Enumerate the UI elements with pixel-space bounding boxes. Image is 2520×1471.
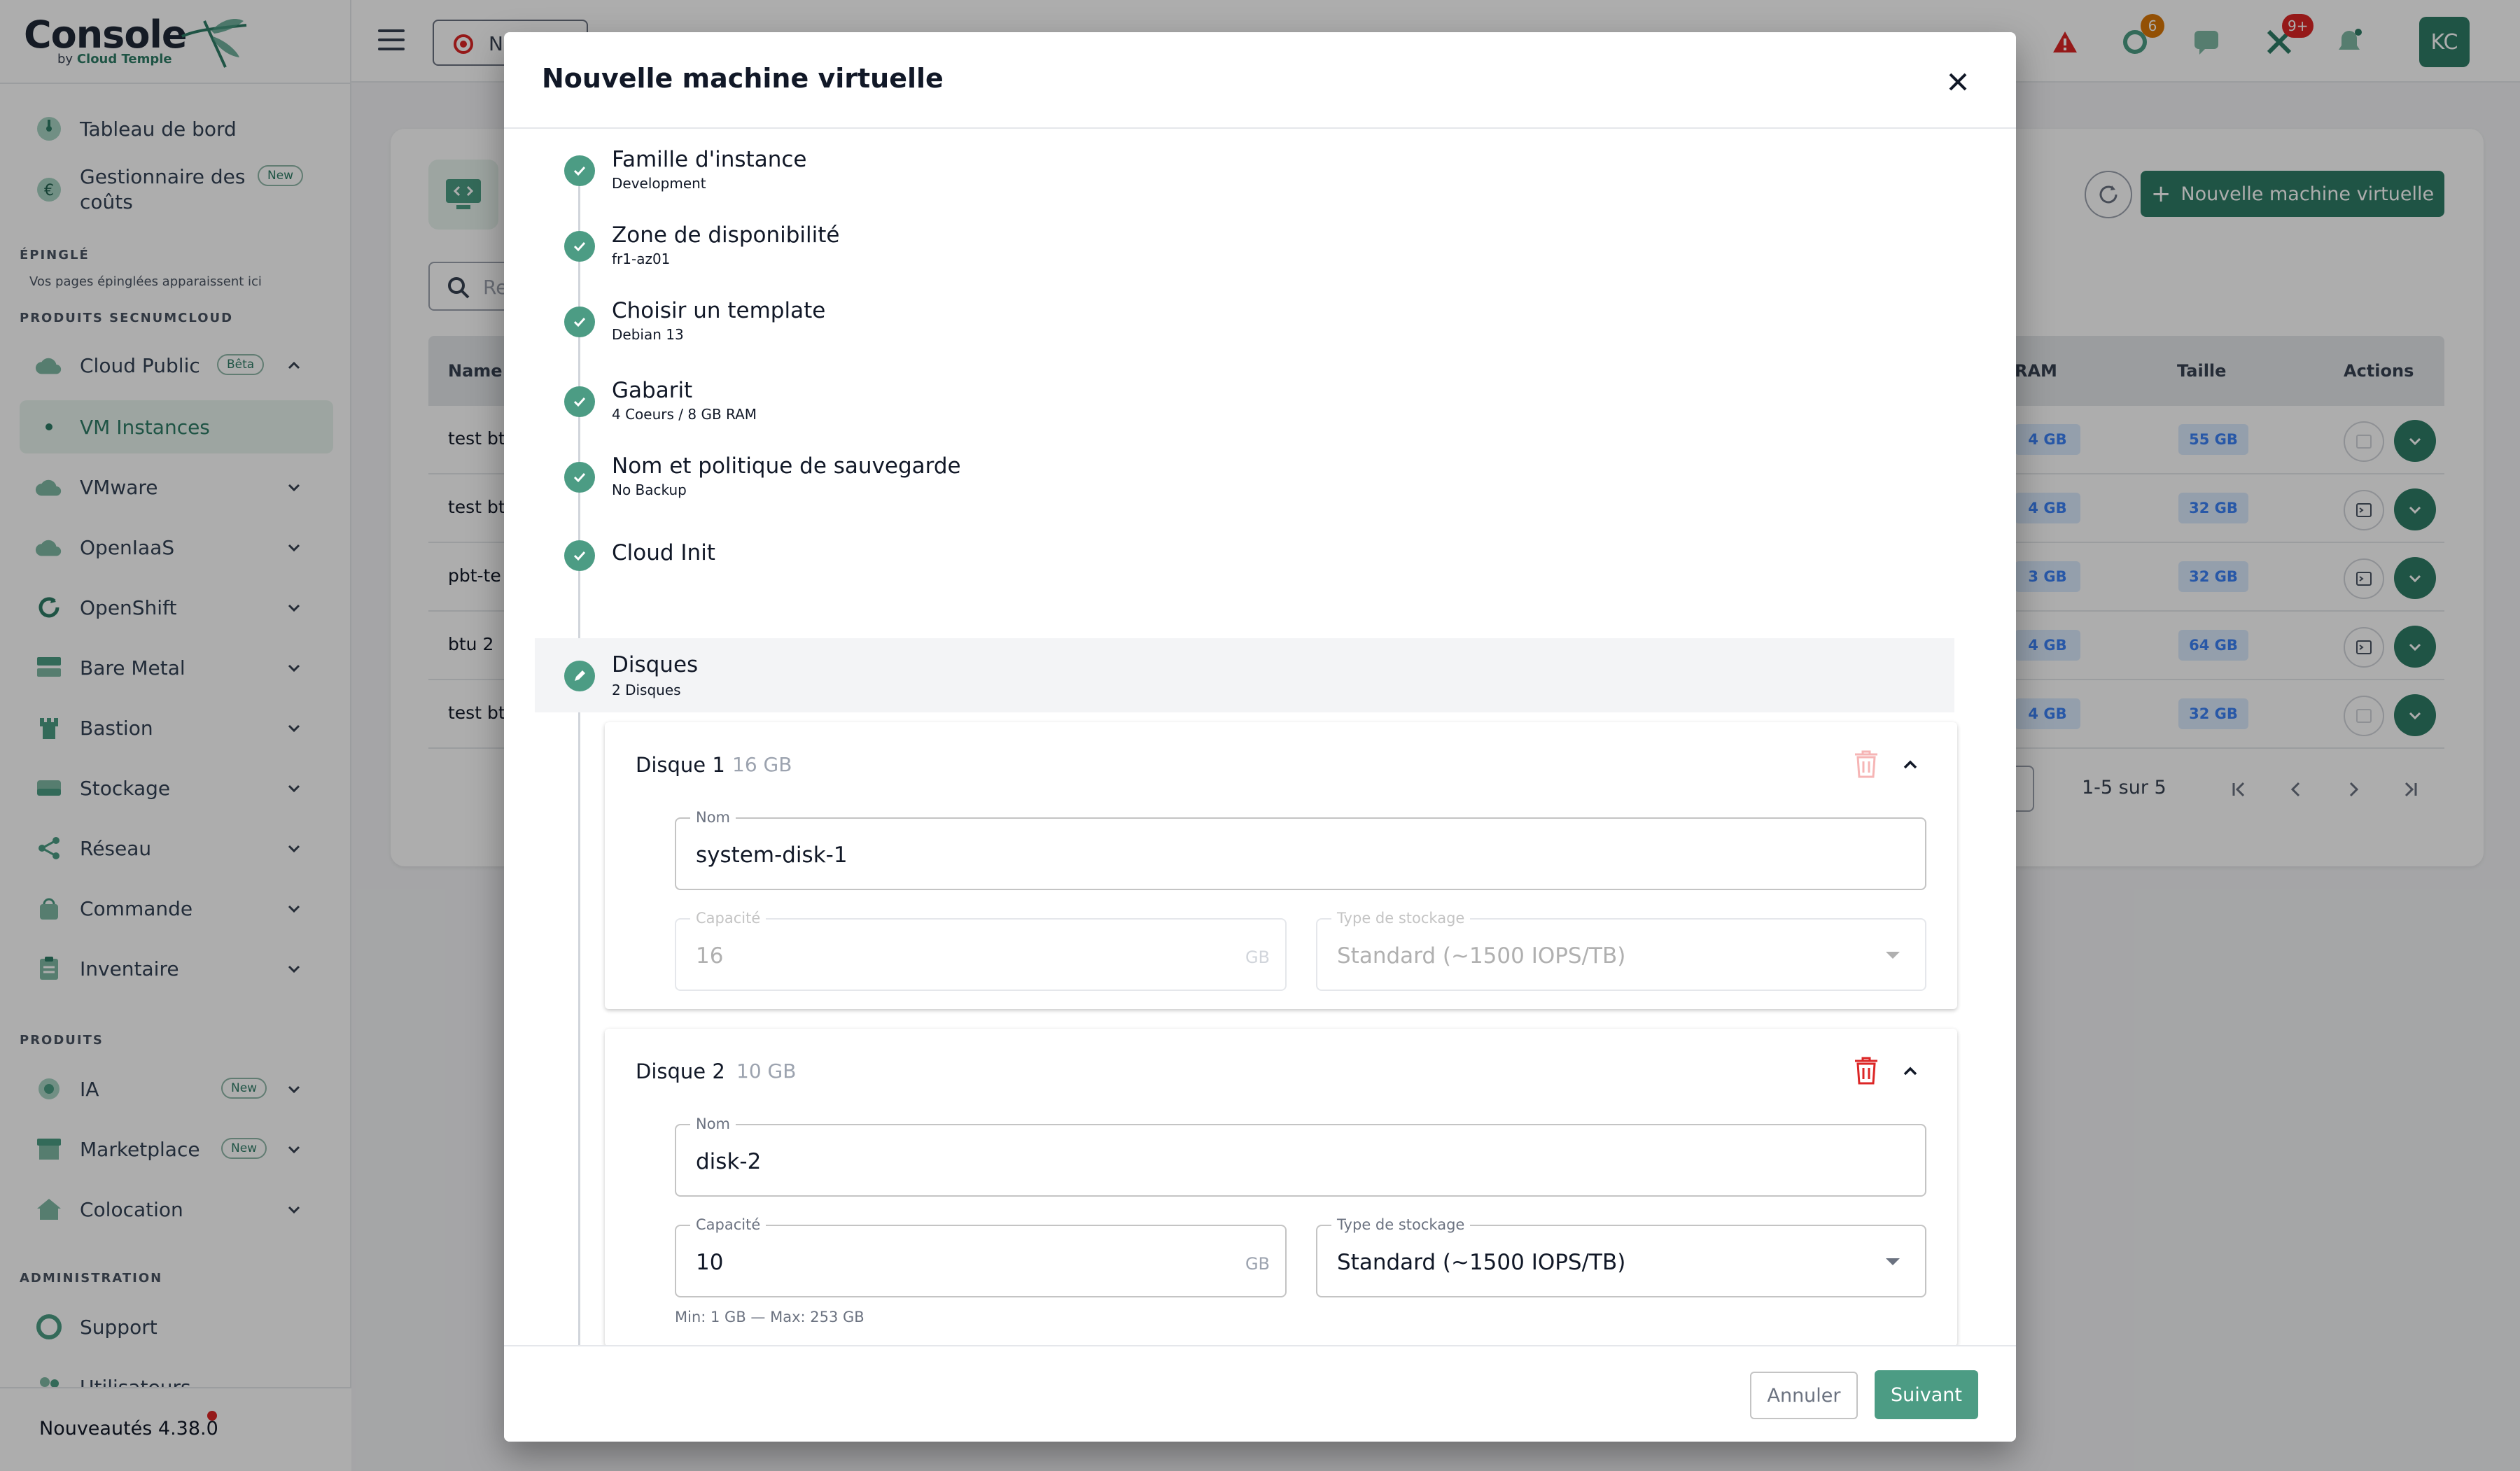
disk-name-field[interactable]: Nom system-disk-1	[675, 809, 1926, 890]
field-value: 16	[696, 943, 724, 969]
storage-type-select: Type de stockage Standard (~1500 IOPS/TB…	[1316, 910, 1926, 991]
disk-title: Disque 1	[636, 753, 725, 777]
field-label: Nom	[690, 1115, 736, 1132]
dropdown-arrow-icon	[1886, 1258, 1900, 1265]
step-subtitle: 2 Disques	[612, 682, 681, 698]
step-cloud-init[interactable]: Cloud Init	[535, 516, 1954, 584]
disk-title: Disque 2	[636, 1060, 725, 1083]
field-value: Standard (~1500 IOPS/TB)	[1337, 1250, 1626, 1275]
step-disks[interactable]: Disques 2 Disques	[535, 638, 1954, 712]
disk-name-field[interactable]: Nom disk-2	[675, 1115, 1926, 1197]
capacity-help-text: Min: 1 GB — Max: 253 GB	[675, 1309, 864, 1325]
check-icon	[564, 540, 595, 571]
step-instance-family[interactable]: Famille d'instance Development	[535, 130, 1954, 197]
step-title: Choisir un template	[612, 298, 826, 323]
step-subtitle: Debian 13	[612, 326, 684, 343]
step-gabarit[interactable]: Gabarit 4 Coeurs / 8 GB RAM	[535, 361, 1954, 428]
step-subtitle: 4 Coeurs / 8 GB RAM	[612, 406, 757, 423]
step-subtitle: Development	[612, 175, 706, 192]
chevron-up-icon[interactable]	[1900, 1061, 1921, 1082]
new-vm-dialog: Nouvelle machine virtuelle Famille d'ins…	[504, 32, 2016, 1442]
step-name-backup[interactable]: Nom et politique de sauvegarde No Backup	[535, 437, 1954, 504]
check-icon	[564, 231, 595, 262]
disk-card: Disque 1 16 GB Nom system-disk-1 Capacit…	[605, 722, 1957, 1009]
check-icon	[564, 386, 595, 417]
step-title: Zone de disponibilité	[612, 223, 840, 248]
disk-size: 16 GB	[732, 753, 792, 776]
disk-card: Disque 2 10 GB Nom disk-2 Capacité 10 GB…	[605, 1029, 1957, 1345]
disk-capacity-field: Capacité 16 GB	[675, 910, 1287, 991]
step-subtitle: fr1-az01	[612, 251, 671, 267]
step-title: Disques	[612, 652, 699, 677]
cancel-button[interactable]: Annuler	[1750, 1372, 1858, 1419]
check-icon	[564, 307, 595, 337]
dialog-footer: Annuler Suivant	[504, 1345, 2016, 1442]
chevron-up-icon[interactable]	[1900, 754, 1921, 775]
field-value: Standard (~1500 IOPS/TB)	[1337, 943, 1626, 969]
storage-type-select[interactable]: Type de stockage Standard (~1500 IOPS/TB…	[1316, 1216, 1926, 1297]
field-label: Nom	[690, 809, 736, 826]
step-title: Cloud Init	[612, 540, 715, 565]
dialog-body: Famille d'instance Development Zone de d…	[504, 130, 2016, 1345]
step-subtitle: No Backup	[612, 481, 687, 498]
step-title: Gabarit	[612, 378, 693, 403]
field-value: system-disk-1	[696, 843, 848, 868]
field-label: Capacité	[690, 1216, 766, 1233]
step-title: Nom et politique de sauvegarde	[612, 453, 961, 479]
check-icon	[564, 462, 595, 493]
edit-icon	[564, 661, 595, 691]
step-title: Famille d'instance	[612, 147, 807, 172]
dialog-title: Nouvelle machine virtuelle	[542, 63, 944, 94]
disk-capacity-field[interactable]: Capacité 10 GB	[675, 1216, 1287, 1297]
dialog-header: Nouvelle machine virtuelle	[504, 32, 2016, 129]
step-availability-zone[interactable]: Zone de disponibilité fr1-az01	[535, 206, 1954, 273]
field-label: Type de stockage	[1331, 1216, 1471, 1233]
dropdown-arrow-icon	[1886, 952, 1900, 959]
field-value: 10	[696, 1250, 724, 1275]
field-value: disk-2	[696, 1149, 762, 1174]
stepper-line	[578, 186, 580, 1345]
field-label: Type de stockage	[1331, 910, 1471, 927]
field-label: Capacité	[690, 910, 766, 927]
step-template[interactable]: Choisir un template Debian 13	[535, 281, 1954, 349]
disk-size: 10 GB	[736, 1060, 797, 1083]
next-button[interactable]: Suivant	[1875, 1370, 1978, 1419]
capacity-unit: GB	[1245, 948, 1270, 967]
trash-icon[interactable]	[1852, 1055, 1880, 1086]
close-icon[interactable]	[1940, 64, 1975, 99]
trash-icon[interactable]	[1852, 749, 1880, 780]
capacity-unit: GB	[1245, 1254, 1270, 1274]
check-icon	[564, 155, 595, 186]
